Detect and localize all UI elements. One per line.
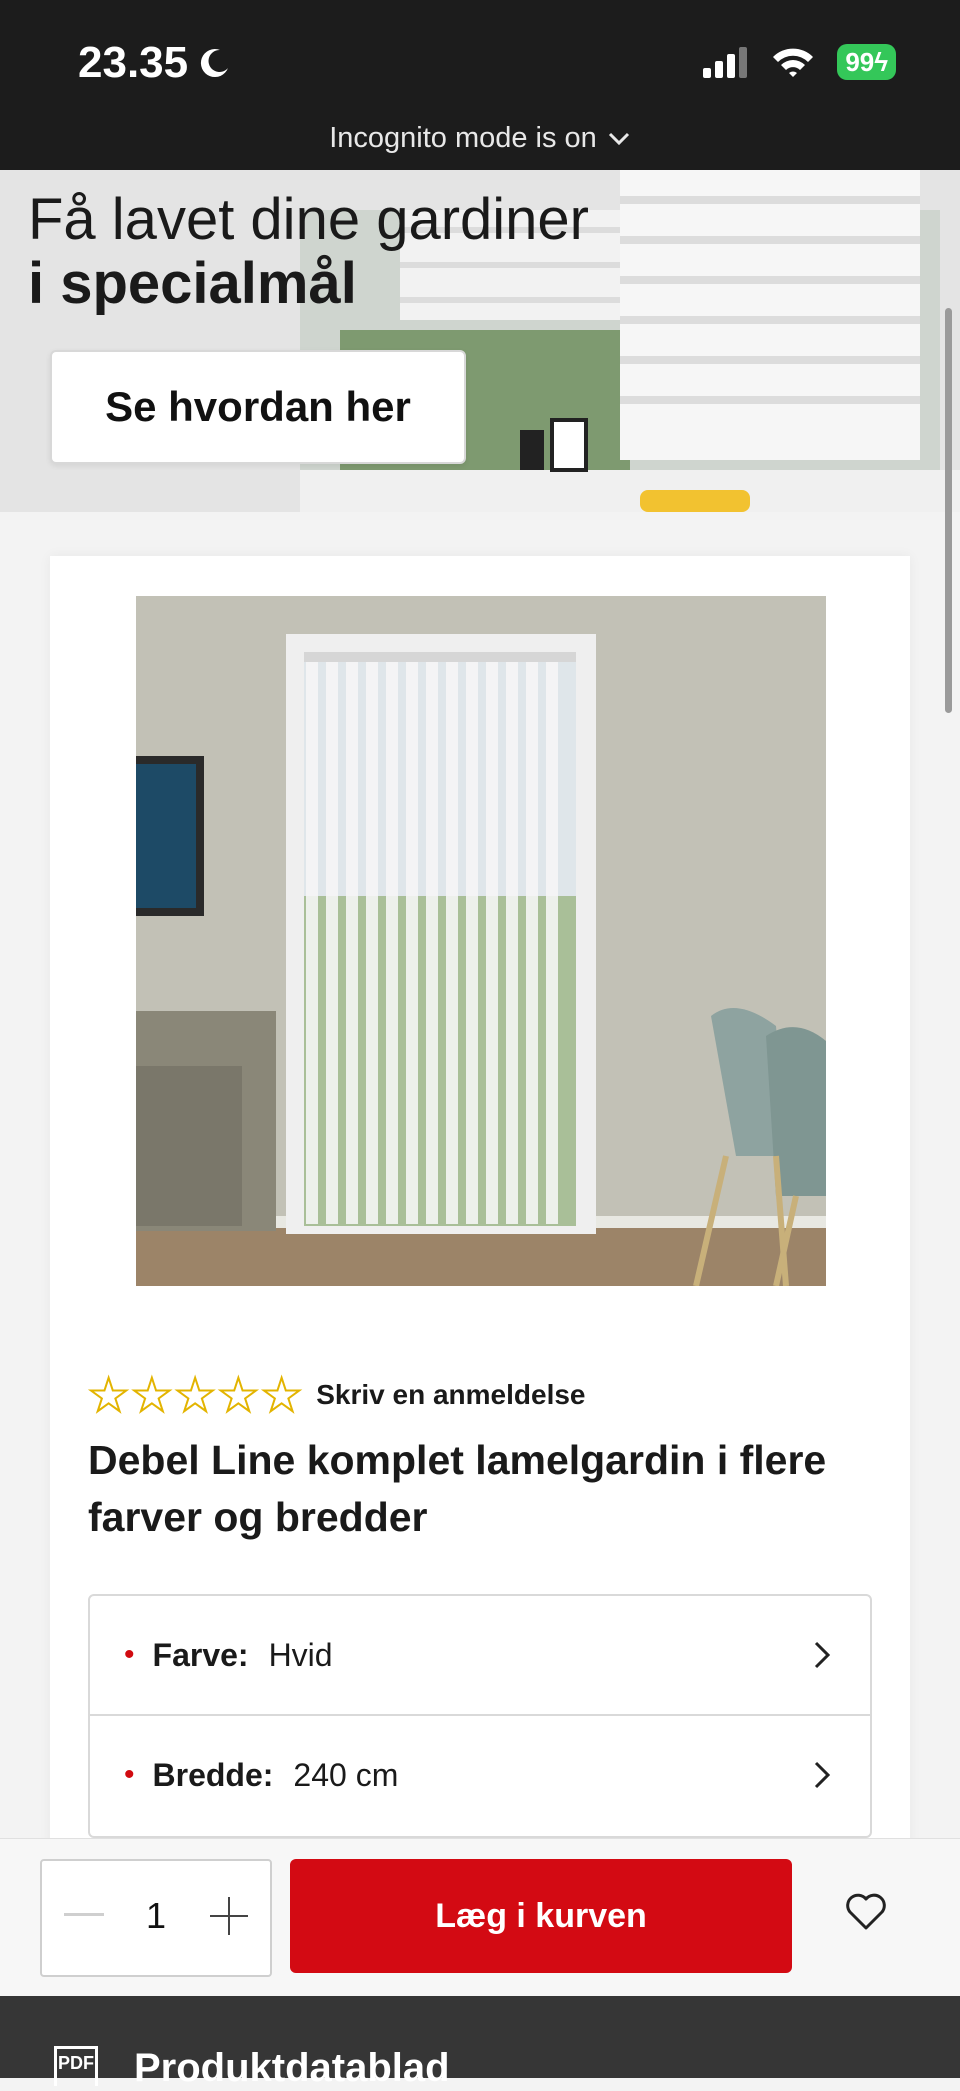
star-icon: ★ bbox=[260, 1369, 303, 1421]
write-review-link[interactable]: Skriv en anmeldelse bbox=[316, 1379, 585, 1411]
status-icons: 99ϟ bbox=[701, 44, 896, 80]
vertical-blind-photo bbox=[136, 596, 826, 1286]
star-icon: ★ bbox=[173, 1369, 216, 1421]
chevron-right-icon bbox=[814, 1641, 831, 1669]
pdf-icon: PDF bbox=[54, 2046, 98, 2086]
quantity-stepper: 1 bbox=[40, 1859, 272, 1977]
page-scrollbar[interactable] bbox=[945, 308, 952, 713]
banner-title-line2: i specialmål bbox=[28, 251, 357, 316]
status-bar: 23.35 99ϟ Incognito mode is on bbox=[0, 0, 960, 170]
banner-title: Få lavet dine gardiner i specialmål bbox=[28, 188, 589, 316]
option-color[interactable]: • Farve: Hvid bbox=[90, 1596, 870, 1714]
option-label: Bredde: bbox=[152, 1756, 274, 1793]
required-bullet-icon: • bbox=[124, 1638, 135, 1671]
star-icon: ★ bbox=[217, 1369, 260, 1421]
chevron-down-icon bbox=[608, 132, 629, 145]
option-label: Farve: bbox=[152, 1636, 249, 1673]
battery-level: 99 bbox=[845, 47, 875, 77]
charging-bolt-icon: ϟ bbox=[874, 47, 888, 77]
option-value: Hvid bbox=[268, 1636, 333, 1673]
banner-title-line1: Få lavet dine gardiner bbox=[28, 187, 589, 252]
star-icon: ★ bbox=[87, 1369, 130, 1421]
star-rating: ★ ★ ★ ★ ★ bbox=[87, 1369, 303, 1421]
wifi-icon bbox=[773, 48, 814, 77]
product-title: Debel Line komplet lamelgardin i flere f… bbox=[88, 1437, 827, 1540]
option-value: 240 cm bbox=[293, 1756, 399, 1793]
promo-banner[interactable]: Få lavet dine gardiner i specialmål Se h… bbox=[0, 170, 960, 512]
cellular-signal-icon bbox=[703, 47, 748, 78]
time-text: 23.35 bbox=[78, 38, 189, 87]
cart-bar: 1 Læg i kurven bbox=[0, 1838, 960, 1997]
incognito-banner[interactable]: Incognito mode is on bbox=[0, 122, 960, 155]
see-how-button[interactable]: Se hvordan her bbox=[50, 350, 466, 464]
increase-quantity-button[interactable] bbox=[210, 1897, 248, 1935]
chevron-right-icon bbox=[814, 1761, 831, 1789]
moon-icon bbox=[201, 49, 229, 78]
heart-icon[interactable] bbox=[842, 1887, 890, 1935]
required-bullet-icon: • bbox=[124, 1758, 135, 1791]
incognito-text: Incognito mode is on bbox=[329, 122, 597, 154]
battery-indicator: 99ϟ bbox=[837, 44, 896, 80]
datasheet-label: Produktdatablad bbox=[134, 2046, 450, 2090]
product-options: • Farve: Hvid • Bredde: 240 cm bbox=[88, 1594, 872, 1838]
rating-row[interactable]: ★ ★ ★ ★ ★ Skriv en anmeldelse bbox=[87, 1369, 586, 1421]
add-to-cart-button[interactable]: Læg i kurven bbox=[290, 1859, 792, 1973]
product-image[interactable] bbox=[136, 596, 826, 1286]
star-icon: ★ bbox=[130, 1369, 173, 1421]
status-time: 23.35 bbox=[78, 38, 232, 88]
product-datasheet-bar[interactable]: PDF Produktdatablad bbox=[0, 1996, 960, 2090]
option-width[interactable]: • Bredde: 240 cm bbox=[90, 1714, 870, 1834]
product-card: ★ ★ ★ ★ ★ Skriv en anmeldelse Debel Line… bbox=[50, 556, 910, 2036]
